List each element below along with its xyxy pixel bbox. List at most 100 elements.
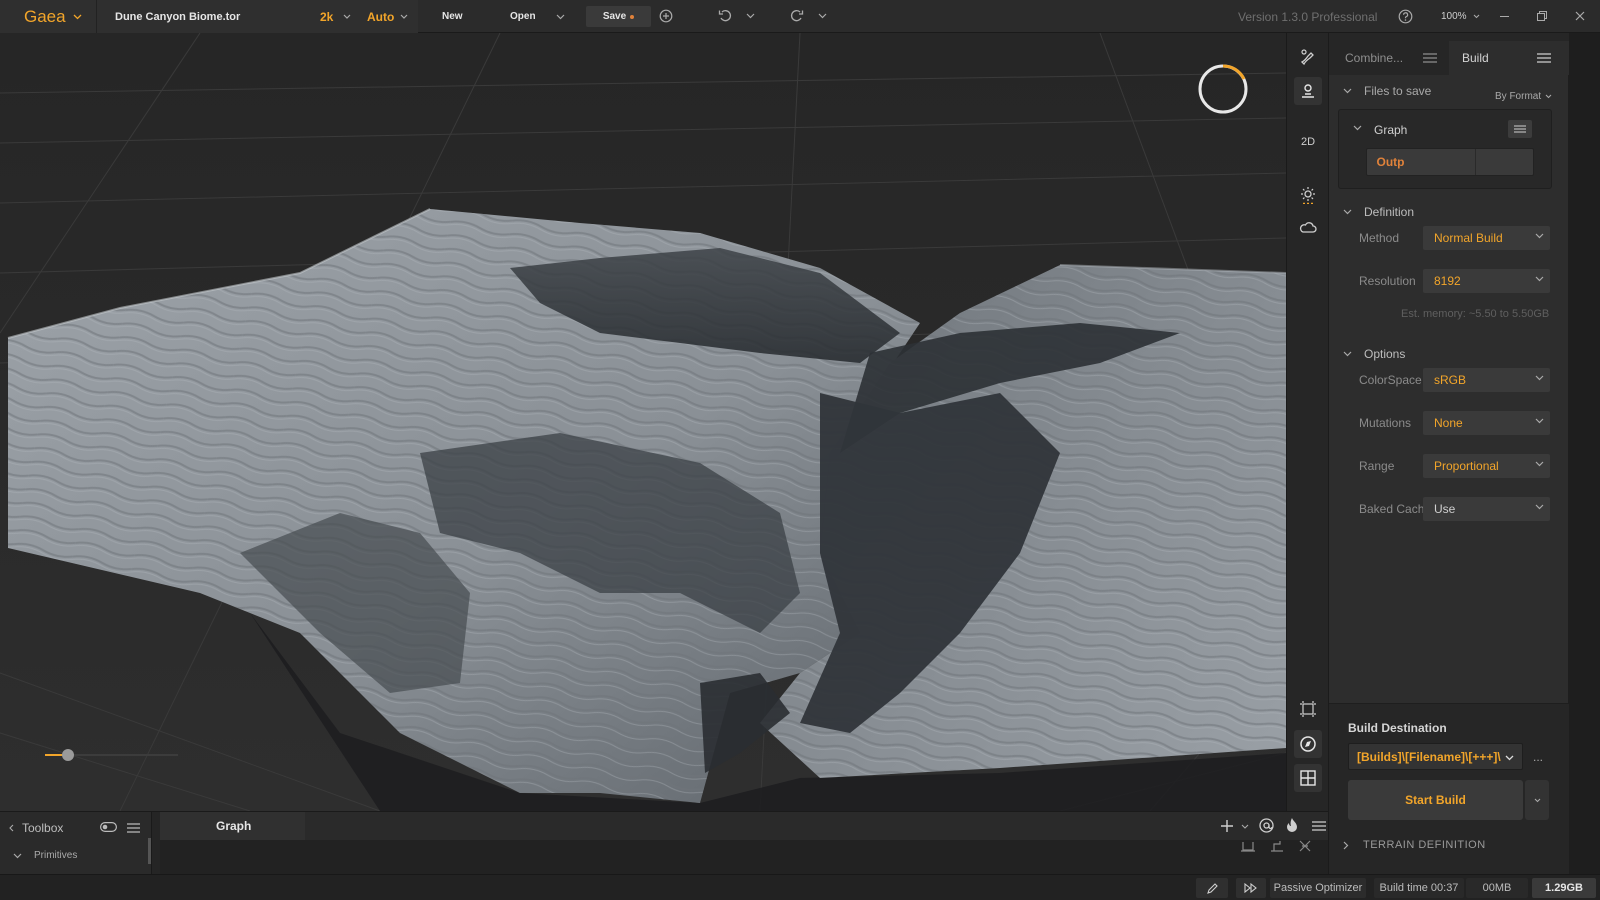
- output-tag-label: Outp: [1376, 155, 1405, 169]
- start-build-options[interactable]: [1525, 780, 1549, 820]
- build-destination-field[interactable]: [Builds]\[Filename]\[+++]\: [1348, 743, 1523, 770]
- bottom-panels: Toolbox Primitives Graph: [0, 811, 1328, 875]
- restore-icon[interactable]: [1537, 11, 1547, 21]
- build-time-badge: Build time 00:37: [1374, 878, 1464, 898]
- minimize-icon[interactable]: [1500, 16, 1509, 17]
- new-button[interactable]: New: [442, 0, 463, 33]
- options-title: Options: [1364, 347, 1406, 361]
- passive-optimizer-label: Passive Optimizer: [1273, 882, 1363, 894]
- view-2d-button[interactable]: 2D: [1294, 128, 1322, 156]
- terrain-definition-header[interactable]: TERRAIN DEFINITION: [1329, 832, 1569, 858]
- pencil-icon[interactable]: [1196, 878, 1228, 898]
- node-tool-icon[interactable]: [1298, 840, 1312, 852]
- method-label: Method: [1359, 231, 1400, 245]
- chevron-down-icon[interactable]: [1241, 824, 1249, 829]
- help-icon[interactable]: [1398, 9, 1413, 24]
- memory-badge: 00MB: [1466, 878, 1528, 898]
- sun-icon[interactable]: [1294, 181, 1322, 209]
- method-select[interactable]: Normal Build: [1423, 226, 1550, 250]
- baked-cache-select[interactable]: Use: [1423, 497, 1550, 521]
- resolution-value: 2k: [320, 9, 334, 24]
- range-select[interactable]: Proportional: [1423, 454, 1550, 478]
- flame-icon[interactable]: [1286, 818, 1298, 833]
- undo-icon[interactable]: [718, 9, 733, 23]
- scrollbar[interactable]: [148, 838, 151, 864]
- build-destination-label: Build Destination: [1348, 721, 1447, 735]
- tab-graph[interactable]: Graph: [160, 812, 305, 840]
- top-bar: Gaea Dune Canyon Biome.tor 2k Auto New O…: [0, 0, 1600, 33]
- primitives-header[interactable]: Primitives: [13, 850, 77, 861]
- mutations-label: Mutations: [1359, 416, 1412, 430]
- range-value: Proportional: [1434, 459, 1499, 473]
- resolution-dropdown[interactable]: 2k: [320, 0, 351, 33]
- output-row[interactable]: Outp: [1366, 148, 1534, 176]
- add-node-icon[interactable]: [1221, 820, 1233, 832]
- primitives-label: Primitives: [34, 850, 78, 861]
- redo-icon[interactable]: [789, 9, 804, 23]
- hamburger-icon[interactable]: [1312, 821, 1326, 831]
- terrain-viewport[interactable]: [0, 33, 1286, 811]
- status-bar: Passive Optimizer Build time 00:37 00MB …: [0, 874, 1600, 900]
- tab-build[interactable]: Build: [1449, 41, 1569, 75]
- frame-select-icon[interactable]: [1294, 695, 1322, 723]
- hamburger-icon[interactable]: [1537, 53, 1551, 63]
- zoom-value: 100%: [1441, 11, 1467, 22]
- range-label: Range: [1359, 459, 1395, 473]
- colorspace-select[interactable]: sRGB: [1423, 368, 1550, 392]
- toolbox-panel: Toolbox Primitives: [0, 812, 152, 875]
- close-icon[interactable]: [1575, 11, 1585, 21]
- hamburger-icon[interactable]: [1423, 53, 1437, 63]
- app-name: Gaea: [24, 6, 66, 26]
- build-destination-area: Build Destination [Builds]\[Filename]\[+…: [1329, 703, 1569, 874]
- chevron-down-icon: [1535, 461, 1544, 467]
- person-pin-icon[interactable]: [1294, 77, 1322, 105]
- save-label: Save: [602, 11, 627, 22]
- hamburger-icon[interactable]: [127, 823, 140, 833]
- panel-tabs: Combine... Build: [1329, 33, 1569, 75]
- chevron-down-icon: [1535, 276, 1544, 282]
- reroute-icon[interactable]: [1270, 840, 1284, 852]
- layout-tool-icon[interactable]: [1241, 842, 1255, 852]
- browse-button[interactable]: ...: [1527, 743, 1549, 770]
- mutations-select[interactable]: None: [1423, 411, 1550, 435]
- output-tag[interactable]: Outp: [1367, 149, 1414, 175]
- chevron-down-icon: [73, 14, 82, 20]
- passive-optimizer-button[interactable]: Passive Optimizer: [1270, 878, 1366, 898]
- chevron-down-icon[interactable]: [818, 13, 827, 19]
- chevron-down-icon[interactable]: [1353, 125, 1362, 131]
- quality-dropdown[interactable]: Auto: [367, 0, 408, 33]
- save-button[interactable]: Save: [586, 6, 651, 27]
- grid-view-icon[interactable]: [1294, 764, 1322, 792]
- fast-forward-icon[interactable]: [1236, 878, 1266, 898]
- list-menu-icon[interactable]: [1508, 120, 1532, 138]
- chevron-left-icon: [9, 824, 14, 832]
- toolbox-header[interactable]: Toolbox: [9, 821, 63, 835]
- resolution-select[interactable]: 8192: [1423, 269, 1550, 293]
- start-build-button[interactable]: Start Build: [1348, 780, 1523, 820]
- compass-icon[interactable]: [1294, 730, 1322, 758]
- definition-header[interactable]: Definition: [1329, 199, 1569, 225]
- chevron-down-icon: [556, 14, 565, 20]
- chevron-down-icon: [1535, 418, 1544, 424]
- add-circle-icon[interactable]: [659, 9, 673, 23]
- graph-files-box: Graph Outp: [1338, 109, 1552, 189]
- definition-title: Definition: [1364, 205, 1415, 219]
- by-format-dropdown[interactable]: By Format: [1495, 91, 1552, 102]
- toggle-icon[interactable]: [100, 822, 117, 832]
- app-menu[interactable]: Gaea: [0, 0, 96, 33]
- options-header[interactable]: Options: [1329, 341, 1569, 367]
- paint-brush-icon[interactable]: [1294, 43, 1322, 71]
- graph-canvas[interactable]: [160, 840, 1328, 875]
- chevron-down-icon: [1505, 755, 1514, 761]
- chevron-down-icon[interactable]: [746, 13, 755, 19]
- memory-total-badge: 1.29GB: [1532, 878, 1596, 898]
- cloud-icon[interactable]: [1294, 214, 1322, 242]
- graph-panel: Graph: [160, 812, 1328, 875]
- view-2d-label: 2D: [1300, 136, 1316, 148]
- tab-combine[interactable]: Combine...: [1329, 41, 1447, 75]
- at-icon[interactable]: [1259, 818, 1274, 833]
- open-button[interactable]: Open: [510, 0, 565, 33]
- zoom-dropdown[interactable]: 100%: [1441, 0, 1480, 33]
- chevron-right-icon: [1343, 841, 1349, 850]
- divider: [1475, 149, 1476, 175]
